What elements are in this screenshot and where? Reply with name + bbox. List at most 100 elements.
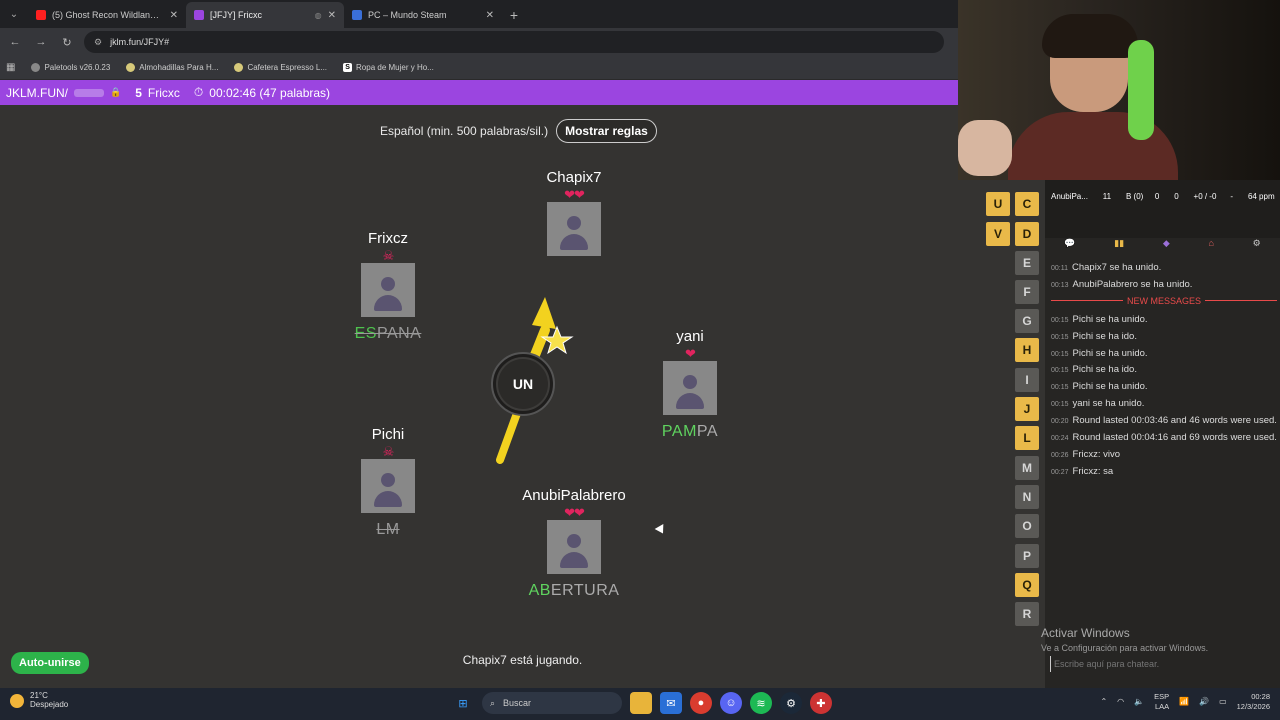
chat-icon[interactable]: 💬 [1064,238,1075,249]
home-icon[interactable]: ⌂ [1208,238,1213,248]
chat-text: Pichi se ha unido. [1072,313,1148,325]
forward-icon[interactable]: → [32,36,50,48]
show-rules-button[interactable]: Mostrar reglas [556,119,657,143]
wifi-icon[interactable]: 📶 [1179,697,1189,706]
taskbar-apps: ⊞ ⌕ Buscar ✉ ● ☺ ≋ ⚙ ✚ [452,692,832,714]
volume-icon[interactable]: 🔈 [1134,697,1144,706]
chat-text: yani se ha unido. [1072,398,1145,410]
lang-line: ESP [1154,692,1170,701]
tab-title: PC – Mundo Steam [368,10,447,20]
tab-jklm[interactable]: [JFJY] Fricxc ◍ ✕ [186,2,344,28]
bookmark-almohadillas[interactable]: Almohadillas Para H... [126,63,218,72]
weather-widget[interactable]: 21°C Despejado [10,691,68,710]
spotify-icon[interactable]: ≋ [750,692,772,714]
chat-timestamp: 00:15 [1051,333,1069,341]
chat-input[interactable] [1050,656,1272,672]
speaker-icon[interactable]: 🔊 [1199,697,1209,706]
side-panel: AnubiPa... 11 B (0) 0 0 +0 / -0 - 64 ppm… [1045,180,1280,688]
steam-icon[interactable]: ⚙ [780,692,802,714]
chat-message: 00:15 Pichi se ha ido. [1051,331,1277,343]
room-icon[interactable]: ◆ [1163,238,1170,249]
mute-icon[interactable]: ◍ [315,11,322,20]
stats-value: 11 [1102,192,1112,201]
close-icon[interactable]: ✕ [328,10,336,21]
file-explorer-icon[interactable] [630,692,652,714]
chat-text: Pichi se ha ido. [1072,330,1137,342]
panel-toolbar: 💬 ▮▮ ◆ ⌂ ⚙ [1045,236,1280,250]
letter-f: F [1015,280,1039,304]
stats-ppm: 64 ppm [1247,192,1275,201]
auto-join-button[interactable]: Auto-unirse [11,652,89,674]
skull-icon: ☠ [382,444,395,459]
letter-i: I [1015,368,1039,392]
battery-icon[interactable]: ▭ [1219,697,1227,706]
url-input[interactable]: ⚙ jklm.fun/JFJY# [84,31,944,53]
letter-v: V [986,222,1010,246]
bookmark-icon [126,63,136,72]
chat-text: Round lasted 00:03:46 and 46 words were … [1072,415,1277,426]
webcam-overlay [958,0,1280,180]
discord-icon[interactable]: ☺ [720,692,742,714]
close-icon[interactable]: ✕ [486,10,494,21]
chat-timestamp: 00:15 [1051,384,1069,392]
bookmark-label: Ropa de Mujer y Ho... [356,63,434,72]
game-header: JKLM.FUN/ 🔒 5 Fricxc ⏱ 00:02:46 (47 pala… [0,80,958,105]
lock-icon: 🔒 [110,87,122,97]
room-code[interactable]: JKLM.FUN/ 🔒 [6,86,121,100]
hidden-code [74,88,105,97]
chat-timestamp: 00:26 [1051,451,1069,459]
chat-message: 00:15 Pichi se ha unido. [1051,381,1277,393]
chat-message: 00:15 Pichi se ha unido. [1051,314,1277,326]
activate-windows-title: Activar Windows [1041,626,1130,640]
last-word: LM [376,521,400,538]
heart-icon: ❤❤ [564,187,585,202]
last-word: ESPANA [354,325,422,342]
new-messages-label: NEW MESSAGES [1127,295,1202,306]
network-icon[interactable]: ◠ [1117,697,1124,706]
host-name: Fricxc [147,85,180,100]
letter-p: P [1015,544,1039,568]
address-bar: ← → ↻ ⚙ jklm.fun/JFJY# [0,28,960,56]
settings-icon[interactable]: ⚙ [1253,238,1261,249]
bomb: UN [491,352,555,416]
player-name: yani [676,328,704,345]
chat-text: Pichi se ha ido. [1072,364,1137,376]
language-indicator[interactable]: ESP LAA [1154,692,1169,712]
chrome-icon[interactable]: ● [690,692,712,714]
tab-youtube[interactable]: (5) Ghost Recon Wildlands - La ✕ [28,2,186,28]
tab-search-icon[interactable]: ⌄ [0,0,28,28]
player-count[interactable]: 5 Fricxc [135,86,180,100]
site-info-icon[interactable]: ⚙ [94,37,102,48]
status-line: Chapix7 está jugando. [0,653,1045,667]
chevron-up-icon[interactable]: ⌃ [1100,697,1107,706]
chat-message: 00:15 Pichi se ha ido. [1051,364,1277,376]
bookmark-cafetera[interactable]: Cafetera Espresso L... [234,63,327,72]
bookmark-paletools[interactable]: Paletools v26.0.23 [31,63,110,72]
taskbar-search[interactable]: ⌕ Buscar [482,692,622,714]
avatar [663,361,717,415]
bookmark-ropa[interactable]: S Ropa de Mujer y Ho... [343,63,434,72]
outlook-icon[interactable]: ✉ [660,692,682,714]
reload-icon[interactable]: ↻ [58,36,76,49]
last-word: PAMPA [661,423,719,440]
current-word: ABERTURA [528,582,620,599]
new-messages-divider: NEW MESSAGES [1051,295,1278,306]
player-chapix7: Chapix7 ❤❤ [494,169,654,256]
globe-icon [31,63,41,72]
tab-steam[interactable]: PC – Mundo Steam ✕ [344,2,502,28]
game-app-icon[interactable]: ✚ [810,692,832,714]
status-text: Chapix7 está jugando. [462,653,583,667]
leaderboard-icon[interactable]: ▮▮ [1114,238,1124,249]
close-icon[interactable]: ✕ [170,10,178,21]
chat-timestamp: 00:27 [1051,468,1069,476]
back-icon[interactable]: ← [6,36,24,48]
letter-d: D [1015,222,1039,246]
chat-text: Round lasted 00:04:16 and 69 words were … [1072,431,1277,443]
jklm-icon [194,10,204,20]
letter-c: C [1015,192,1039,216]
youtube-icon [36,10,46,20]
apps-icon[interactable]: ▦ [6,62,15,73]
windows-start-icon[interactable]: ⊞ [452,692,474,714]
clock[interactable]: 00:28 12/3/2026 [1237,692,1270,712]
new-tab-button[interactable]: + [502,2,526,28]
